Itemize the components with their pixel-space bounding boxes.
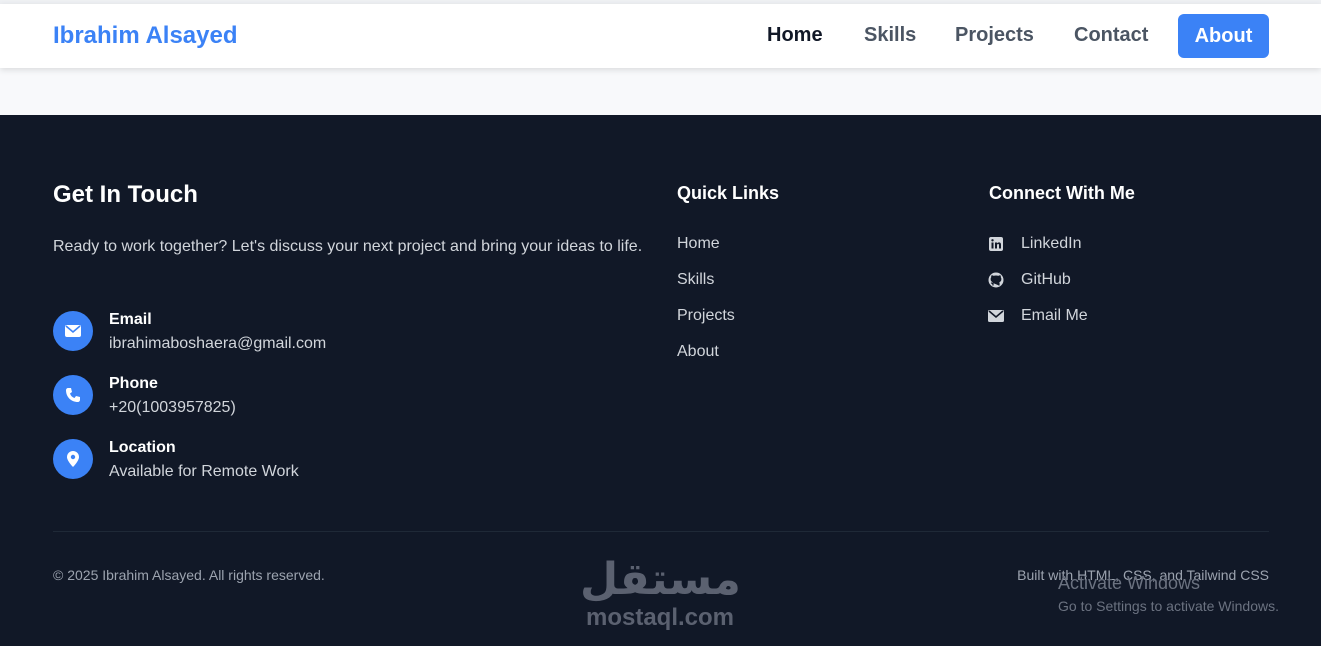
navbar: Ibrahim Alsayed Home Skills Projects Con… — [0, 4, 1321, 68]
contact-email-label: Email — [109, 311, 152, 328]
footer-divider — [53, 531, 1269, 532]
brand-logo-text[interactable]: Ibrahim Alsayed — [53, 22, 238, 50]
nav-link-projects[interactable]: Projects — [955, 24, 1034, 47]
copyright-text: © 2025 Ibrahim Alsayed. All rights reser… — [53, 567, 325, 583]
quick-link-projects[interactable]: Projects — [677, 307, 735, 325]
quick-links-heading: Quick Links — [677, 183, 780, 203]
contact-location-label: Location — [109, 439, 176, 456]
contact-phone-value[interactable]: +20(1003957825) — [109, 399, 236, 417]
envelope-icon[interactable] — [988, 308, 1004, 324]
linkedin-icon[interactable] — [988, 236, 1004, 252]
get-in-touch-heading: Get In Touch — [53, 181, 198, 208]
get-in-touch-intro: Ready to work together? Let's discuss yo… — [53, 238, 643, 255]
nav-link-skills[interactable]: Skills — [864, 24, 916, 47]
phone-icon — [53, 375, 93, 415]
social-github-link[interactable]: GitHub — [1021, 271, 1071, 289]
activate-windows-title: Activate Windows — [1058, 573, 1201, 593]
contact-email-value[interactable]: ibrahimaboshaera@gmail.com — [109, 335, 326, 353]
mostaql-watermark-text: mostaql.com — [585, 604, 735, 631]
mostaql-watermark-logo: مستقل — [580, 554, 741, 605]
quick-link-home[interactable]: Home — [677, 235, 720, 253]
github-icon[interactable] — [988, 272, 1004, 288]
social-linkedin-link[interactable]: LinkedIn — [1021, 235, 1082, 253]
nav-link-home[interactable]: Home — [767, 24, 823, 47]
envelope-icon — [53, 311, 93, 351]
quick-link-about[interactable]: About — [677, 343, 719, 361]
connect-heading: Connect With Me — [989, 183, 1135, 203]
social-email-link[interactable]: Email Me — [1021, 307, 1088, 325]
nav-about-button[interactable]: About — [1178, 14, 1269, 58]
map-pin-icon — [53, 439, 93, 479]
quick-link-skills[interactable]: Skills — [677, 271, 714, 289]
nav-link-contact[interactable]: Contact — [1074, 24, 1148, 47]
contact-location-value: Available for Remote Work — [109, 463, 299, 480]
footer: Get In Touch Ready to work together? Let… — [0, 115, 1321, 646]
contact-phone-label: Phone — [109, 375, 158, 392]
activate-windows-subtitle: Go to Settings to activate Windows. — [1058, 598, 1279, 614]
